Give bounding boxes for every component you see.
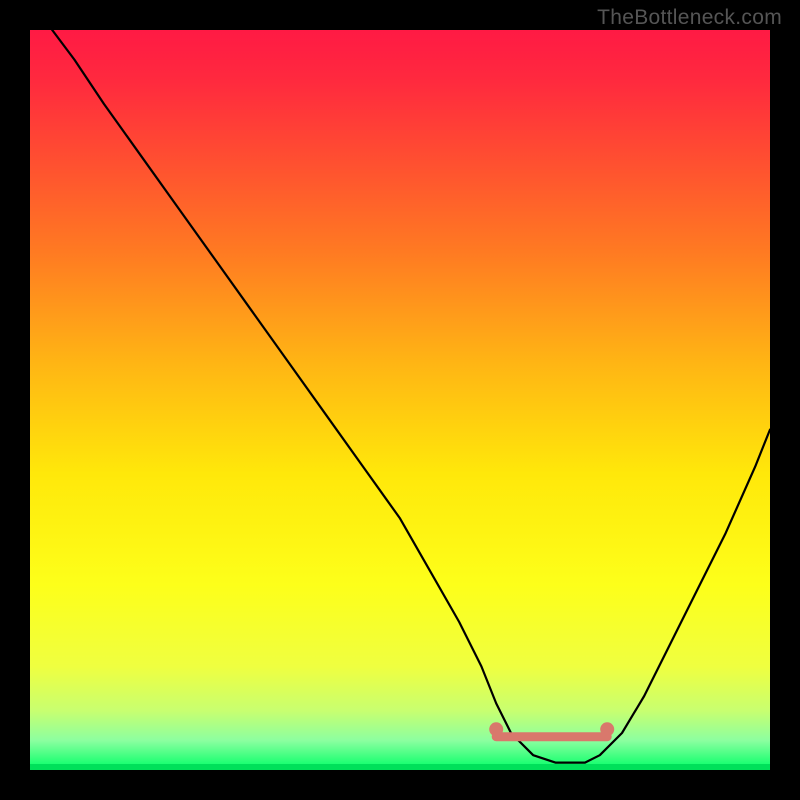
- optimal-start-dot: [489, 722, 503, 736]
- chart-svg: [30, 30, 770, 770]
- plot-area: [30, 30, 770, 770]
- chart-background: [30, 30, 770, 770]
- optimal-end-dot: [600, 722, 614, 736]
- chart-container: TheBottleneck.com: [0, 0, 800, 800]
- baseline-strip: [30, 764, 770, 770]
- watermark-text: TheBottleneck.com: [597, 6, 782, 30]
